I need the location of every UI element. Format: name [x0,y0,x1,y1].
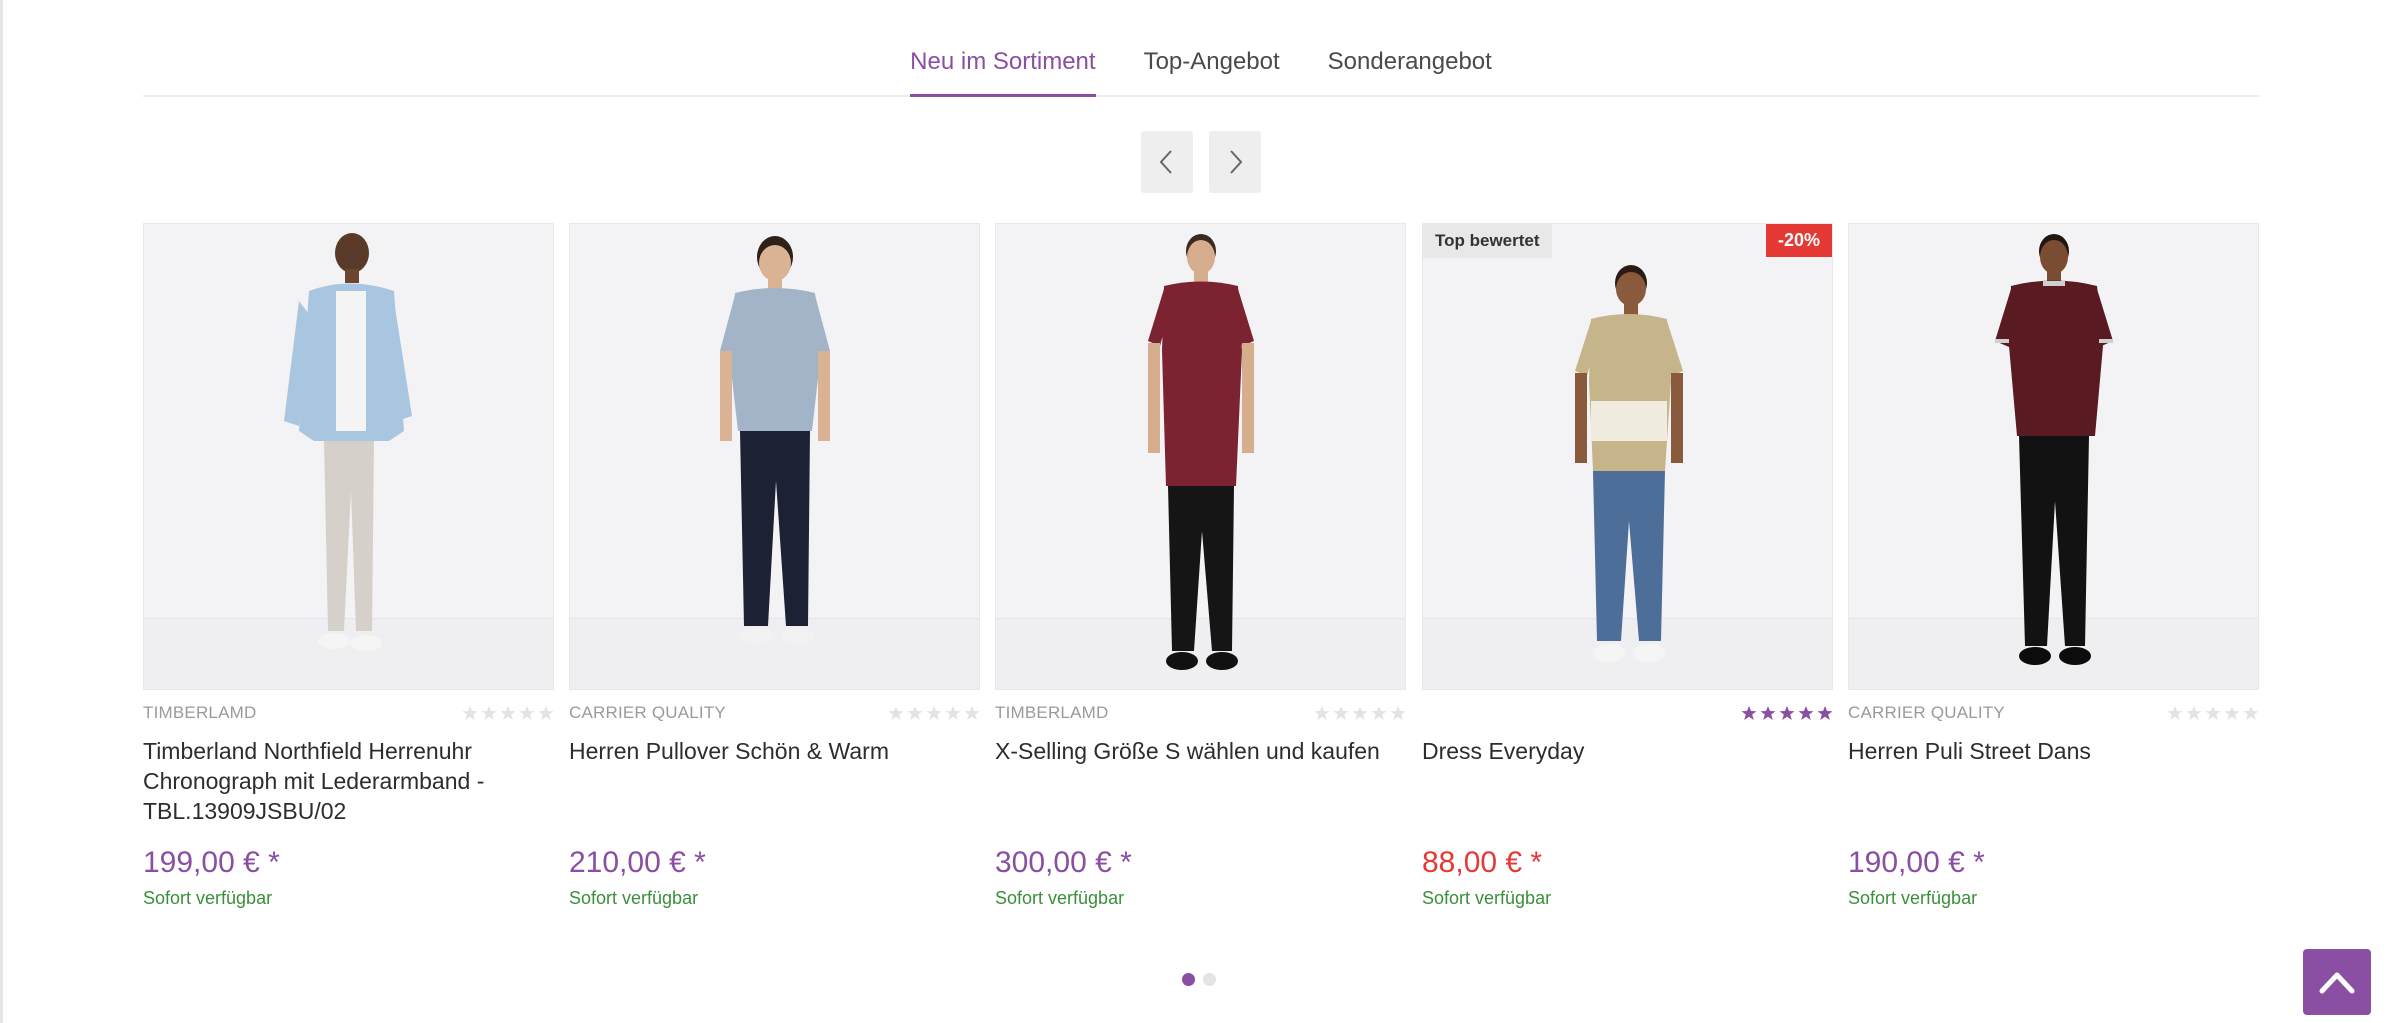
denim-jacket-model-image [283,233,412,651]
tab-bar: Neu im Sortiment Top-Angebot Sonderangeb… [143,0,2259,97]
rating-stars [888,705,980,721]
product-price: 88,00 € * [1422,846,1543,879]
product-card[interactable]: Top bewertet -20% Dress Everyday 88,00 €… [1422,223,1833,923]
tab-neu-im-sortiment[interactable]: Neu im Sortiment [910,47,1096,97]
product-title[interactable]: Herren Pullover Schön & Warm [569,736,980,828]
slider-arrows [1141,131,1261,193]
product-brand[interactable]: TIMBERLAMD [995,703,1108,723]
star-icon [481,706,497,720]
star-icon [2224,706,2240,720]
top-rated-badge: Top bewertet [1423,224,1552,258]
product-brand[interactable]: CARRIER QUALITY [569,703,726,723]
product-image[interactable] [143,223,554,690]
slider-prev-button[interactable] [1141,131,1193,193]
star-icon [538,706,554,720]
star-icon [926,706,942,720]
product-price: 199,00 € * [143,846,280,879]
product-image[interactable]: Top bewertet -20% [1422,223,1833,690]
star-icon [964,706,980,720]
star-icon [462,706,478,720]
star-icon [500,706,516,720]
availability-status: Sofort verfügbar [1848,888,1978,908]
rating-stars [1314,705,1406,721]
availability-status: Sofort verfügbar [1422,888,1552,908]
discount-badge: -20% [1765,224,1832,257]
availability-status: Sofort verfügbar [569,888,699,908]
back-to-top-button[interactable] [2303,949,2371,1015]
star-icon [2186,706,2202,720]
product-title[interactable]: X-Selling Größe S wählen und kaufen [995,736,1406,828]
product-price: 210,00 € * [569,846,706,879]
polo-shirt-model-image [719,236,830,644]
burgundy-tshirt-model-image [1147,234,1254,670]
star-icon [1314,706,1330,720]
product-brand[interactable]: TIMBERLAMD [143,703,256,723]
product-title[interactable]: Timberland Northfield Herrenuhr Chronogr… [143,736,554,828]
star-icon [1760,706,1776,720]
product-title[interactable]: Dress Everyday [1422,736,1833,828]
star-icon [1817,706,1833,720]
product-price: 300,00 € * [995,846,1132,879]
tab-sonderangebot[interactable]: Sonderangebot [1328,47,1492,95]
availability-status: Sofort verfügbar [143,888,273,908]
star-icon [519,706,535,720]
slider-next-button[interactable] [1209,131,1261,193]
product-title[interactable]: Herren Puli Street Dans [1848,736,2259,828]
star-icon [907,706,923,720]
rating-stars [2167,705,2259,721]
star-icon [1352,706,1368,720]
rating-stars [1741,705,1833,721]
availability-status: Sofort verfügbar [995,888,1125,908]
star-icon [1371,706,1387,720]
product-brand[interactable]: CARRIER QUALITY [1848,703,2005,723]
pagination-dot-2[interactable] [1203,973,1216,986]
left-edge-divider [0,0,3,1023]
star-icon [1779,706,1795,720]
product-image[interactable] [1848,223,2259,690]
product-card[interactable]: TIMBERLAMD X-Selling Größe S wählen und … [995,223,1406,923]
product-card[interactable]: CARRIER QUALITY Herren Puli Street Dans … [1848,223,2259,923]
chevron-left-icon [1159,150,1172,174]
product-card[interactable]: CARRIER QUALITY Herren Pullover Schön & … [569,223,980,923]
star-icon [1333,706,1349,720]
star-icon [1390,706,1406,720]
star-icon [1741,706,1757,720]
chevron-up-icon [2319,972,2355,994]
maroon-tshirt-model-image [1994,234,2113,665]
star-icon [1798,706,1814,720]
star-icon [2243,706,2259,720]
rating-stars [462,705,554,721]
product-price: 190,00 € * [1848,846,1985,879]
product-card[interactable]: TIMBERLAMD Timberland Northfield Herrenu… [143,223,554,923]
star-icon [2205,706,2221,720]
star-icon [2167,706,2183,720]
tab-top-angebot[interactable]: Top-Angebot [1144,47,1280,95]
tie-dye-tshirt-model-image [1574,265,1683,662]
slider-pagination [1182,973,1216,986]
pagination-dot-1[interactable] [1182,973,1195,986]
product-slider-page: Neu im Sortiment Top-Angebot Sonderangeb… [0,0,2400,1023]
star-icon [945,706,961,720]
product-list: TIMBERLAMD Timberland Northfield Herrenu… [143,223,2259,943]
chevron-right-icon [1230,150,1243,174]
product-image[interactable] [569,223,980,690]
star-icon [888,706,904,720]
product-image[interactable] [995,223,1406,690]
